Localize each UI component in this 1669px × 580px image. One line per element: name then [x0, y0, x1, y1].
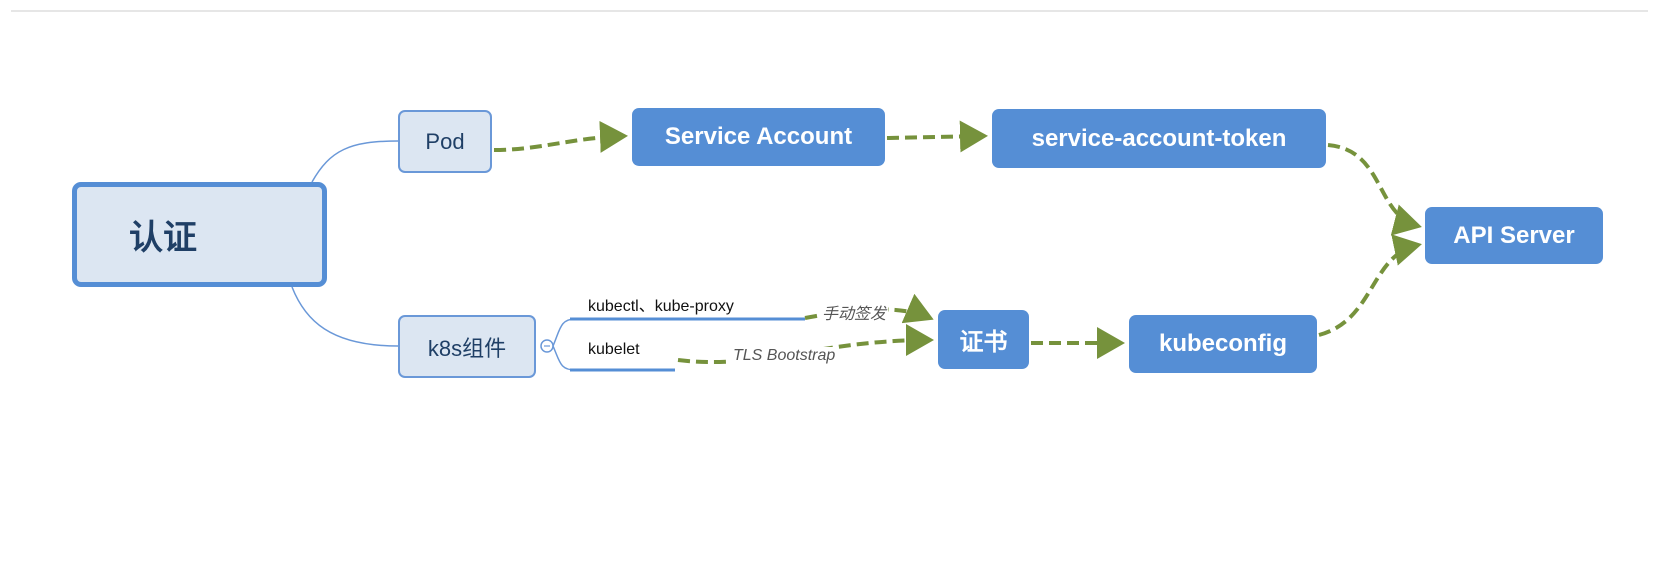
arrow-pod-to-sa: [493, 120, 628, 153]
subbranch-line: [552, 318, 576, 371]
branch-node-k8s-components[interactable]: k8s组件: [398, 315, 536, 378]
node-service-account[interactable]: Service Account: [632, 108, 885, 166]
branch-line-pod: [311, 140, 399, 183]
node-service-account-token[interactable]: service-account-token: [992, 109, 1326, 168]
root-node-authentication[interactable]: 认证: [72, 182, 327, 287]
kubeconfig-label: kubeconfig: [1158, 330, 1287, 357]
edge-label-manual-issue: 手动签发: [820, 300, 889, 324]
pod-label: Pod: [425, 128, 465, 154]
diagram-connectors: [11, 10, 1648, 372]
subitem-kubelet[interactable]: kubelet: [588, 341, 640, 359]
subitem-kubectl-kube-proxy[interactable]: kubectl、kube-proxy: [588, 292, 734, 316]
certificate-label: 证书: [959, 329, 1008, 356]
k8s-label: k8s组件: [427, 335, 507, 361]
arrow-sa-to-token: [886, 120, 988, 153]
arrow-kubeconfig-to-api: [1318, 234, 1422, 337]
branch-line-k8s: [291, 286, 399, 347]
service-account-token-label: service-account-token: [1031, 124, 1287, 152]
api-server-label: API Server: [1453, 221, 1575, 249]
edge-label-tls-bootstrap: TLS Bootstrap: [731, 347, 838, 365]
node-certificate[interactable]: 证书: [938, 310, 1029, 369]
service-account-label: Service Account: [664, 123, 853, 150]
arrow-token-to-api: [1327, 143, 1422, 236]
root-label: 认证: [129, 219, 197, 257]
node-kubeconfig[interactable]: kubeconfig: [1129, 315, 1317, 373]
branch-node-pod[interactable]: Pod: [398, 110, 492, 173]
node-api-server[interactable]: API Server: [1425, 207, 1603, 264]
